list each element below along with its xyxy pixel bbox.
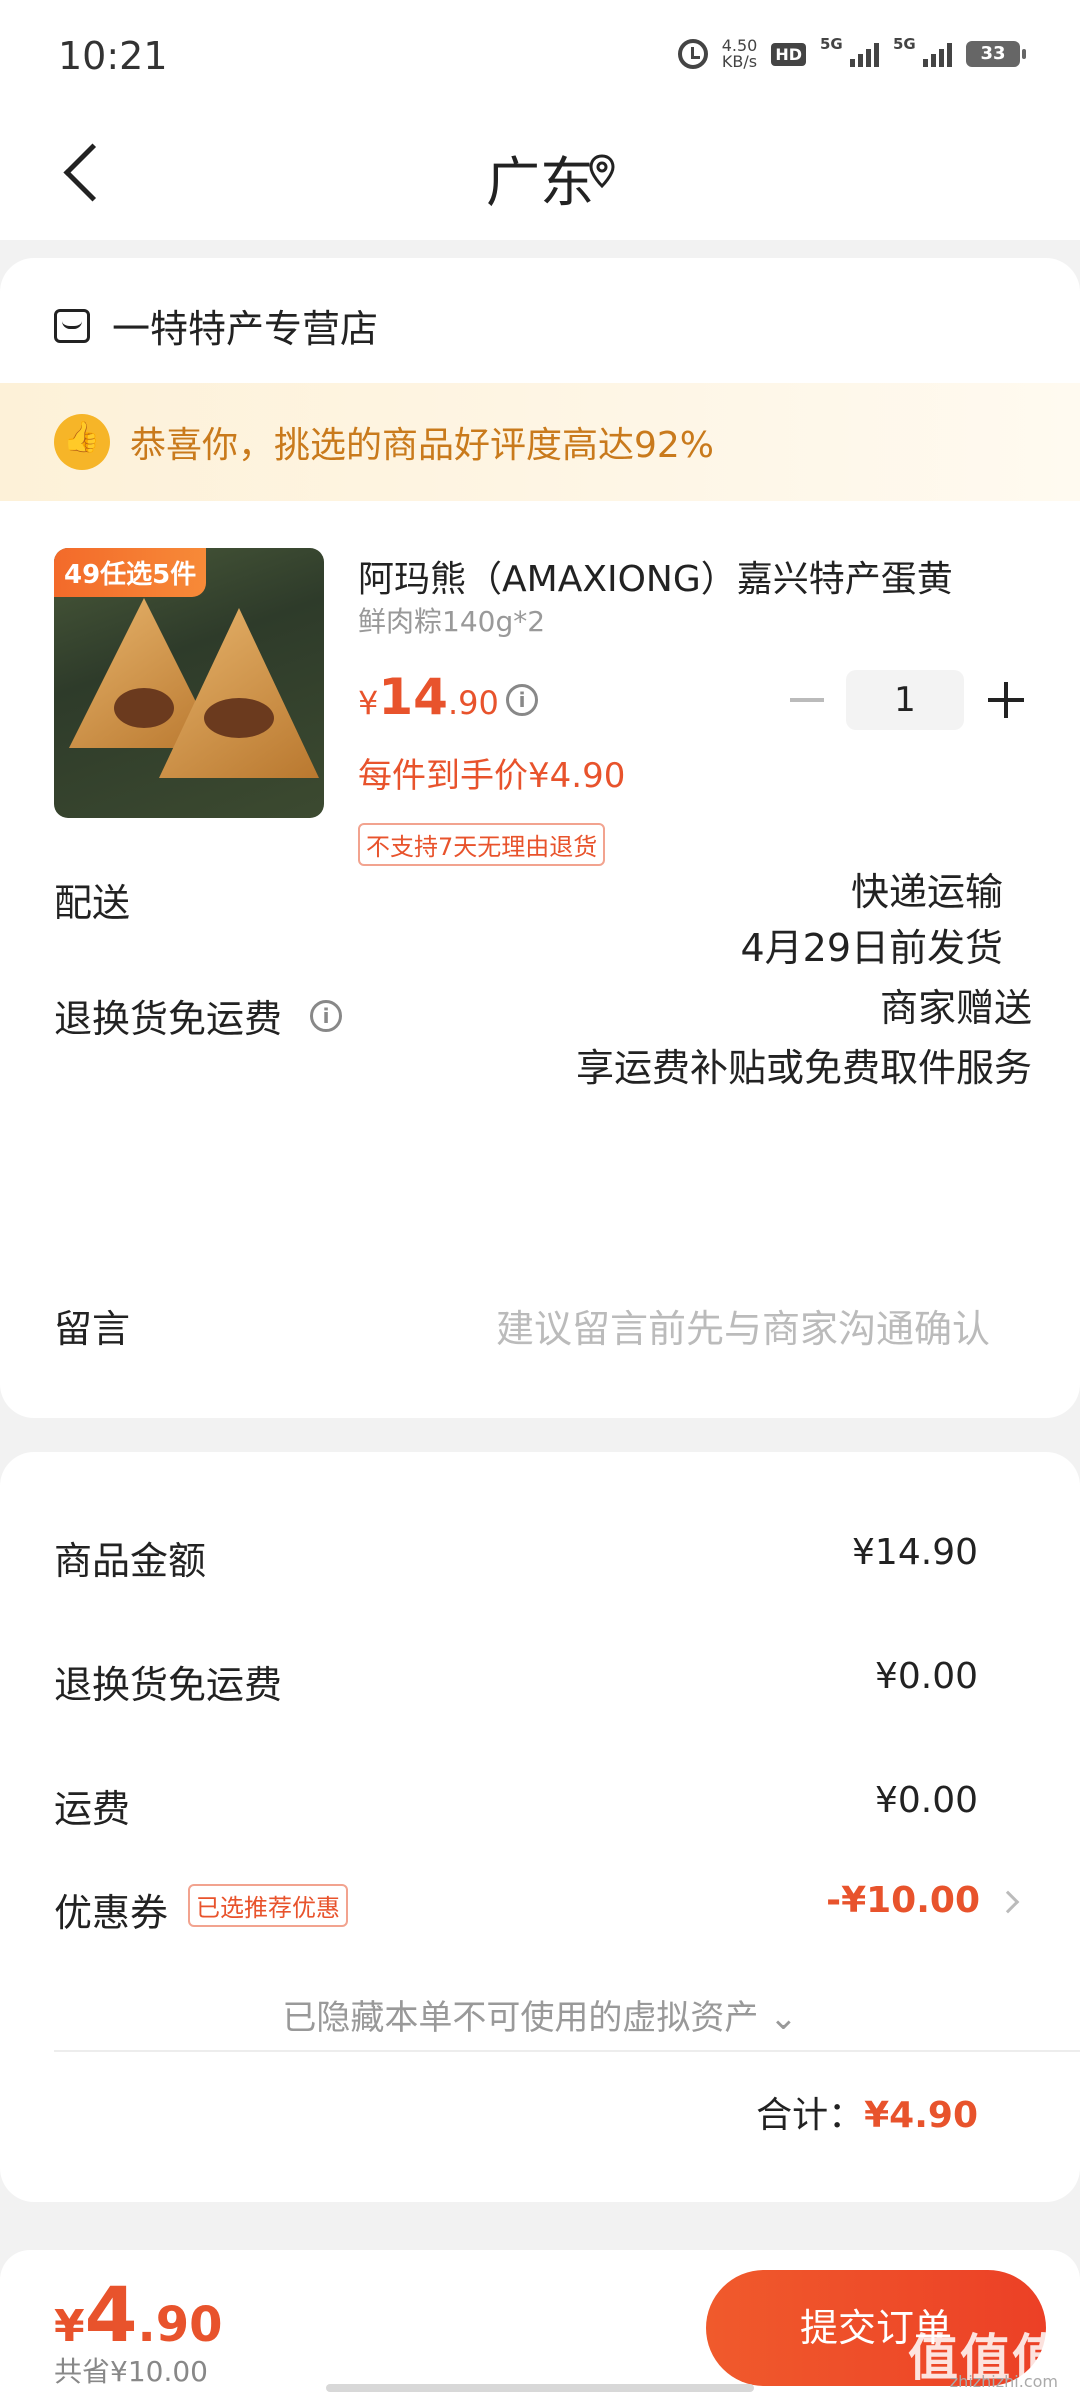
page-title[interactable]: 广东 <box>0 138 1080 217</box>
signal-label: 5G <box>820 35 843 53</box>
home-indicator[interactable] <box>326 2384 754 2392</box>
price-integer: 14 <box>378 668 448 726</box>
page-header: 广东 <box>0 110 1080 240</box>
product-spec[interactable]: 鲜肉粽140g*2 <box>358 600 545 640</box>
hidden-assets-note[interactable]: 已隐藏本单不可使用的虚拟资产 ⌄ <box>0 1990 1080 2039</box>
product-image[interactable]: 49任选5件 <box>54 548 324 818</box>
bottom-price-decimal: .90 <box>137 2297 223 2353</box>
signal-label-2: 5G <box>893 35 916 53</box>
delivery-method: 快递运输 <box>850 870 1003 914</box>
delivery-label: 配送 <box>54 881 131 925</box>
return-shipping-label: 退换货免运费 <box>54 997 283 1041</box>
store-icon <box>54 308 90 343</box>
message-input[interactable]: 建议留言前先与商家沟通确认 <box>496 1298 990 1353</box>
status-time: 10:21 <box>58 34 168 78</box>
quantity-decrease-button[interactable] <box>790 698 824 702</box>
coupon-label: 优惠券 <box>54 1891 169 1935</box>
divider <box>54 2050 1080 2052</box>
goods-amount-label: 商品金额 <box>54 1539 207 1583</box>
chevron-right-icon[interactable] <box>996 1890 1020 1914</box>
delivery-value[interactable]: 快递运输 4月29日前发货 <box>740 864 1003 976</box>
hd-icon: HD <box>771 42 806 66</box>
watermark-url: zhizhizhi.com <box>949 2372 1058 2391</box>
return-fee-value: ¥0.00 <box>874 1656 978 1697</box>
goods-amount-value: ¥14.90 <box>852 1532 978 1573</box>
status-bar: 10:21 4.50 KB/s HD 5G 5G 33 <box>0 0 1080 110</box>
price-currency: ¥ <box>358 684 379 722</box>
filling-shape <box>204 698 274 738</box>
shop-row[interactable]: 一特特产专营店 <box>54 298 378 353</box>
total-value: ¥4.90 <box>864 2095 978 2136</box>
rating-banner-text: 恭喜你，挑选的商品好评度高达92% <box>130 425 715 466</box>
message-label: 留言 <box>54 1307 131 1351</box>
freight-value: ¥0.00 <box>874 1780 978 1821</box>
return-shipping-value: 商家赠送 享运费补贴或免费取件服务 <box>576 978 1032 1098</box>
signal-icon: 5G <box>820 35 879 67</box>
signal-icon-2: 5G <box>893 35 952 67</box>
return-shipping-gift: 商家赠送 <box>879 986 1032 1030</box>
network-speed: 4.50 KB/s <box>722 38 758 70</box>
total-label: 合计： <box>756 2095 865 2136</box>
coupon-value[interactable]: -¥10.00 <box>826 1880 980 1921</box>
status-icons: 4.50 KB/s HD 5G 5G 33 <box>677 35 1026 70</box>
alarm-icon <box>677 39 708 69</box>
info-icon[interactable] <box>310 999 343 1032</box>
rating-banner: 恭喜你，挑选的商品好评度高达92% <box>0 383 1080 501</box>
location-pin-icon[interactable] <box>589 154 615 188</box>
network-speed-unit: KB/s <box>721 52 758 71</box>
return-shipping-desc: 享运费补贴或免费取件服务 <box>575 1046 1032 1090</box>
return-shipping-row: 退换货免运费 <box>54 988 343 1043</box>
total-row: 合计：¥4.90 <box>756 2086 978 2138</box>
return-fee-label: 退换货免运费 <box>54 1663 283 1707</box>
shop-name: 一特特产专营店 <box>112 307 379 351</box>
thumbs-up-icon <box>54 414 110 470</box>
quantity-increase-button[interactable] <box>988 682 1024 718</box>
info-icon[interactable] <box>506 684 538 716</box>
product-title[interactable]: 阿玛熊（AMAXIONG）嘉兴特产蛋黄 <box>358 550 1018 602</box>
delivery-ship-date: 4月29日前发货 <box>740 926 1003 970</box>
order-card: 一特特产专营店 恭喜你，挑选的商品好评度高达92% 49任选5件 阿玛熊（AMA… <box>0 258 1080 1418</box>
quantity-input[interactable]: 1 <box>846 670 964 730</box>
filling-shape <box>114 688 174 728</box>
price-summary-card: 商品金额 ¥14.90 退换货免运费 ¥0.00 运费 ¥0.00 优惠券 已选… <box>0 1452 1080 2202</box>
no-return-badge: 不支持7天无理由退货 <box>358 823 606 866</box>
coupon-tag: 已选推荐优惠 <box>188 1884 348 1927</box>
promo-tag: 49任选5件 <box>54 548 207 597</box>
bottom-price-integer: 4 <box>84 2270 138 2359</box>
bottom-price: ¥ 4 .90 <box>54 2270 223 2359</box>
saved-amount: 共省¥10.00 <box>54 2355 208 2388</box>
battery-icon: 33 <box>966 41 1026 67</box>
bottom-price-currency: ¥ <box>54 2301 85 2352</box>
price-decimal: .90 <box>447 684 499 722</box>
product-price: ¥ 14 .90 <box>358 668 499 726</box>
freight-label: 运费 <box>54 1787 131 1831</box>
unit-price: 每件到手价¥4.90 <box>358 756 626 796</box>
